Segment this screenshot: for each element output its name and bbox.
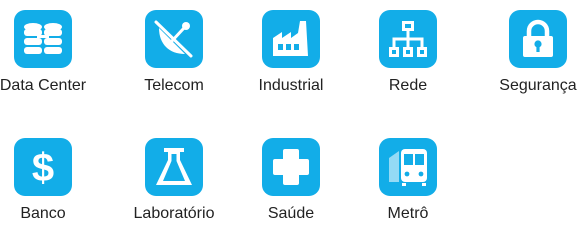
saude-label: Saúde: [267, 205, 315, 222]
category-laboratorio[interactable]: Laboratório: [119, 138, 229, 223]
banco-label: Banco: [20, 205, 66, 222]
flask-icon: [156, 148, 192, 185]
factory-icon: [273, 21, 308, 56]
database-icon: [24, 23, 62, 54]
category-metro[interactable]: Metrô: [353, 138, 463, 223]
category-seguranca[interactable]: Segurança: [483, 10, 587, 95]
laboratorio-tile: [145, 138, 203, 196]
svg-text:$: $: [32, 146, 54, 188]
telecom-label: Telecom: [144, 77, 204, 94]
category-industrial[interactable]: Industrial: [236, 10, 346, 95]
category-banco[interactable]: $ Banco: [0, 138, 98, 223]
category-saude[interactable]: Saúde: [236, 138, 346, 223]
category-telecom[interactable]: Telecom: [119, 10, 229, 95]
padlock-icon: [523, 19, 553, 57]
seguranca-label: Segurança: [499, 77, 577, 94]
dollar-icon: $: [32, 146, 54, 188]
satellite-dish-icon: [154, 20, 193, 58]
category-data-center[interactable]: Data Center: [0, 10, 98, 95]
train-icon: [389, 149, 427, 186]
metro-tile: [379, 138, 437, 196]
metro-label: Metrô: [387, 205, 429, 222]
category-rede[interactable]: Rede: [353, 10, 463, 95]
data-center-tile: [14, 10, 72, 68]
data-center-label: Data Center: [0, 77, 87, 94]
network-icon: [389, 21, 427, 57]
industrial-tile: [262, 10, 320, 68]
rede-label: Rede: [388, 77, 428, 94]
saude-tile: [262, 138, 320, 196]
rede-tile: [379, 10, 437, 68]
laboratorio-label: Laboratório: [133, 205, 215, 222]
telecom-tile: [145, 10, 203, 68]
medical-cross-icon: [273, 149, 309, 185]
seguranca-tile: [509, 10, 567, 68]
banco-tile: $: [14, 138, 72, 196]
industrial-label: Industrial: [258, 77, 324, 94]
